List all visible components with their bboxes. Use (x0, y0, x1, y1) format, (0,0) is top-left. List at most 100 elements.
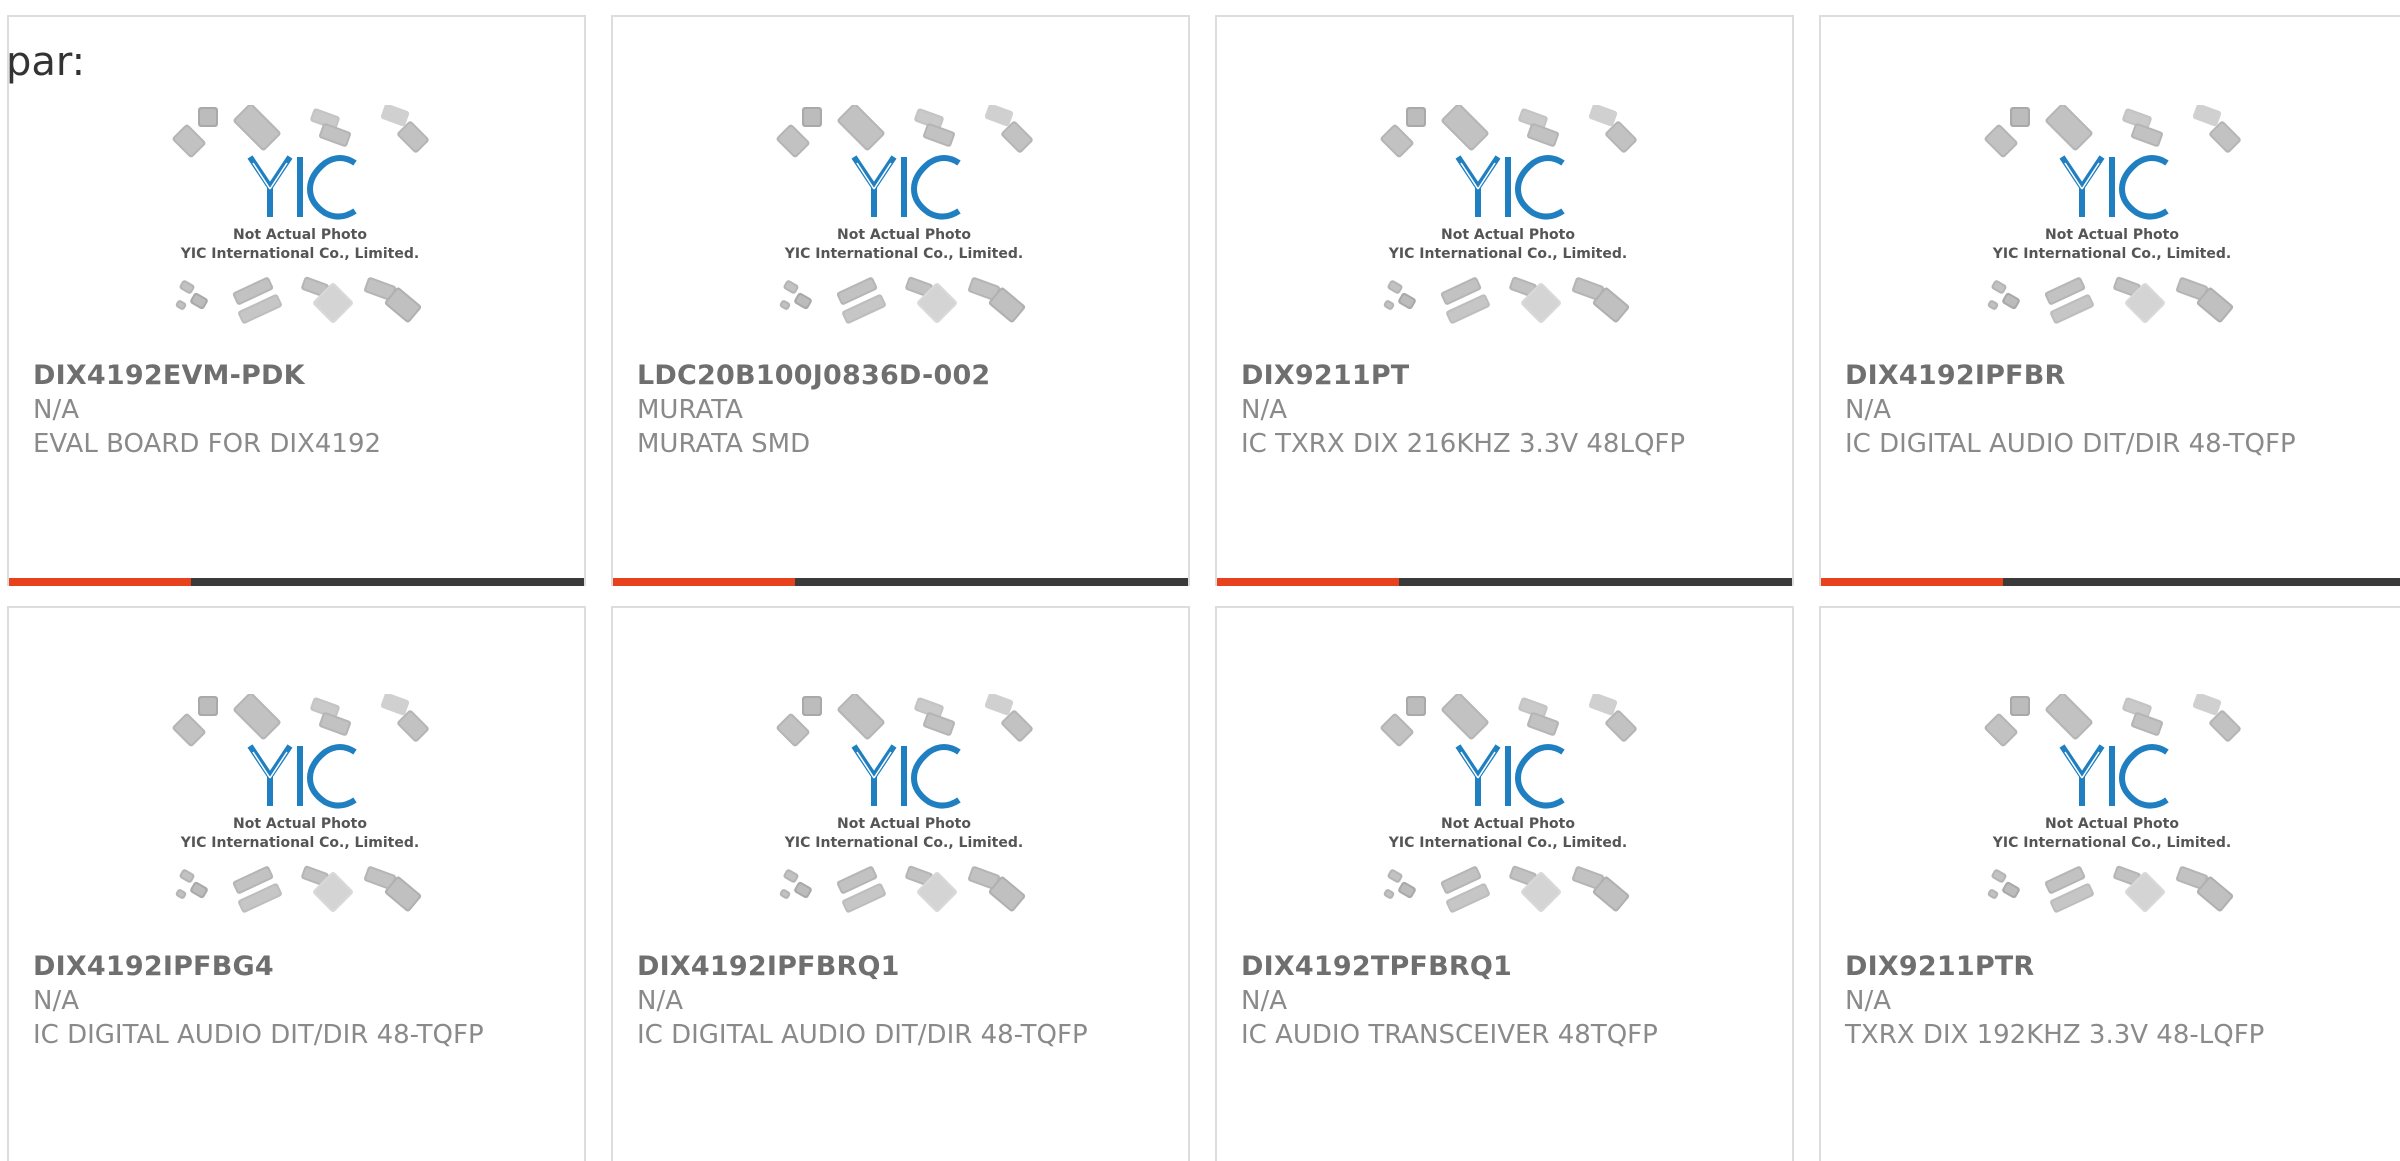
placeholder-photo: Not Actual Photo YIC International Co., L… (1380, 694, 1637, 913)
caption-line-1: Not Actual Photo (837, 227, 971, 243)
product-card[interactable]: Not Actual Photo YIC International Co., L… (611, 606, 1190, 1161)
part-number-link[interactable]: DIX9211PT (1241, 359, 1801, 393)
chip-icon (1406, 107, 1426, 127)
product-card[interactable]: Not Actual Photo YIC International Co., L… (7, 15, 586, 586)
card-bottom-bar (1821, 578, 2400, 586)
placeholder-photo: Not Actual Photo YIC International Co., L… (1984, 694, 2241, 913)
yic-logo (247, 744, 357, 809)
product-card[interactable]: Not Actual Photo YIC International Co., L… (7, 606, 586, 1161)
part-number-link[interactable]: DIX4192IPFBG4 (33, 950, 593, 984)
chip-icon (802, 107, 822, 127)
caption-line-2: YIC International Co., Limited. (1388, 835, 1627, 851)
chip-icon (175, 300, 187, 310)
chip-icon (984, 105, 1014, 127)
chip-icon (2192, 694, 2222, 716)
caption-line-1: Not Actual Photo (233, 227, 367, 243)
placeholder-photo: Not Actual Photo YIC International Co., L… (776, 694, 1033, 913)
chip-icon (1441, 105, 1489, 151)
manufacturer: N/A (1845, 986, 1891, 1016)
caption-line-1: Not Actual Photo (2045, 227, 2179, 243)
placeholder-photo: Not Actual Photo YIC International Co., L… (172, 105, 429, 324)
yic-logo (2059, 155, 2169, 220)
product-card[interactable]: Not Actual Photo YIC International Co., L… (1819, 15, 2400, 586)
chip-icon (190, 292, 208, 310)
product-info: LDC20B100J0836D-002 MURATA MURATA SMD (637, 359, 1197, 461)
product-card[interactable]: Not Actual Photo YIC International Co., L… (1819, 606, 2400, 1161)
chip-icon (794, 292, 812, 310)
product-info: DIX4192IPFBR N/A IC DIGITAL AUDIO DIT/DI… (1845, 359, 2400, 461)
product-card[interactable]: Not Actual Photo YIC International Co., L… (1215, 15, 1794, 586)
stray-label: par: (6, 39, 86, 85)
placeholder-photo: Not Actual Photo YIC International Co., L… (1380, 105, 1637, 324)
chip-icon (1380, 713, 1414, 747)
card-bottom-bar (9, 578, 584, 586)
description: EVAL BOARD FOR DIX4192 (33, 429, 382, 459)
caption-line-1: Not Actual Photo (1441, 816, 1575, 832)
caption-line-2: YIC International Co., Limited. (784, 835, 1023, 851)
caption-line-1: Not Actual Photo (2045, 816, 2179, 832)
caption-line-1: Not Actual Photo (233, 816, 367, 832)
part-number-link[interactable]: DIX4192IPFBRQ1 (637, 950, 1197, 984)
chip-icon (2002, 292, 2020, 310)
chip-icon (1987, 889, 1999, 899)
chip-icon (1441, 694, 1489, 740)
chip-icon (179, 280, 195, 294)
part-number-link[interactable]: DIX4192TPFBRQ1 (1241, 950, 1801, 984)
description: IC DIGITAL AUDIO DIT/DIR 48-TQFP (1845, 429, 2296, 459)
chip-icon (1398, 881, 1416, 899)
part-number-link[interactable]: LDC20B100J0836D-002 (637, 359, 1197, 393)
placeholder-photo: Not Actual Photo YIC International Co., L… (776, 105, 1033, 324)
chip-icon (984, 694, 1014, 716)
part-number-link[interactable]: DIX4192IPFBR (1845, 359, 2400, 393)
chip-icon (779, 300, 791, 310)
manufacturer: N/A (1241, 395, 1287, 425)
description: MURATA SMD (637, 429, 811, 459)
caption-line-2: YIC International Co., Limited. (180, 246, 419, 262)
chip-icon (783, 280, 799, 294)
product-listing-page: par: Not Actual Photo YIC International C… (0, 0, 2400, 1161)
chip-icon (179, 869, 195, 883)
caption-line-1: Not Actual Photo (837, 816, 971, 832)
description: IC TXRX DIX 216KHZ 3.3V 48LQFP (1241, 429, 1686, 459)
caption-line-2: YIC International Co., Limited. (1992, 246, 2231, 262)
manufacturer: MURATA (637, 395, 743, 425)
chip-icon (190, 881, 208, 899)
chip-icon (794, 881, 812, 899)
product-card[interactable]: Not Actual Photo YIC International Co., L… (611, 15, 1190, 586)
placeholder-photo: Not Actual Photo YIC International Co., L… (1984, 105, 2241, 324)
chip-icon (776, 713, 810, 747)
chip-icon (837, 105, 885, 151)
product-card[interactable]: Not Actual Photo YIC International Co., L… (1215, 606, 1794, 1161)
chip-icon (1383, 300, 1395, 310)
chip-icon (776, 124, 810, 158)
chip-icon (2002, 881, 2020, 899)
chip-icon (172, 124, 206, 158)
part-number-link[interactable]: DIX4192EVM-PDK (33, 359, 593, 393)
card-bottom-bar (1217, 578, 1792, 586)
chip-icon (1387, 869, 1403, 883)
card-bottom-bar (613, 578, 1188, 586)
manufacturer: N/A (33, 395, 79, 425)
accent-bar (1821, 578, 2003, 586)
chip-icon (2045, 105, 2093, 151)
chip-icon (1991, 280, 2007, 294)
chip-icon (2010, 107, 2030, 127)
chip-icon (233, 694, 281, 740)
description: IC AUDIO TRANSCEIVER 48TQFP (1241, 1020, 1658, 1050)
chip-icon (172, 713, 206, 747)
manufacturer: N/A (33, 986, 79, 1016)
yic-logo (1455, 744, 1565, 809)
caption-line-2: YIC International Co., Limited. (784, 246, 1023, 262)
chip-icon (2192, 105, 2222, 127)
part-number-link[interactable]: DIX9211PTR (1845, 950, 2400, 984)
chip-icon (837, 694, 885, 740)
chip-icon (802, 696, 822, 716)
description: IC DIGITAL AUDIO DIT/DIR 48-TQFP (33, 1020, 484, 1050)
chip-icon (175, 889, 187, 899)
yic-logo (1455, 155, 1565, 220)
chip-icon (1387, 280, 1403, 294)
product-info: DIX9211PT N/A IC TXRX DIX 216KHZ 3.3V 48… (1241, 359, 1801, 461)
caption-line-2: YIC International Co., Limited. (1388, 246, 1627, 262)
caption-line-2: YIC International Co., Limited. (1992, 835, 2231, 851)
chip-icon (779, 889, 791, 899)
